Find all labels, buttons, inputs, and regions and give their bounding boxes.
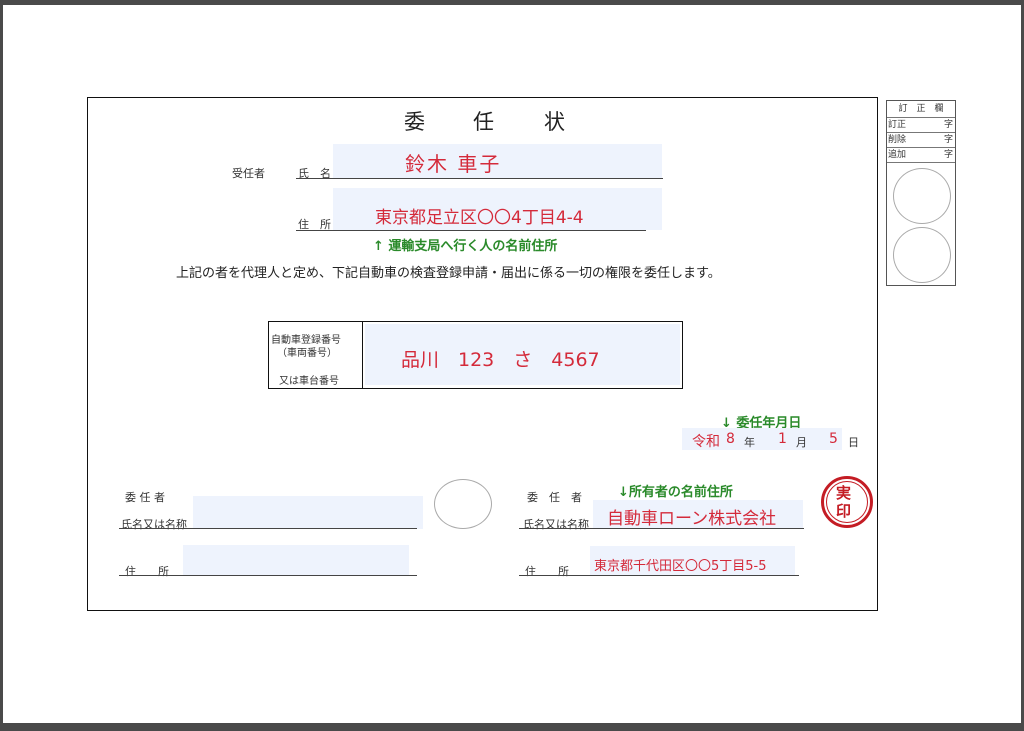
title-char: 委	[404, 110, 425, 134]
agent-hint: ↑ 運輸支局へ行く人の名前住所	[373, 239, 558, 254]
delegation-statement: 上記の者を代理人と定め、下記自動車の検査登録申請・届出に係る一切の権限を委任しま…	[176, 266, 721, 281]
correction-unit: 字	[943, 135, 953, 145]
principal-right-hint: ↓所有者の名前住所	[618, 485, 733, 500]
correction-box: 訂 正 欄 訂正 字 削除 字 追加 字	[886, 100, 956, 286]
agent-name-underline	[296, 178, 663, 179]
date-month: 1	[778, 431, 787, 447]
date-year-unit: 年	[744, 436, 755, 449]
vehicle-number-value: 品川 123 さ 4567	[401, 349, 600, 371]
correction-unit: 字	[943, 150, 953, 160]
correction-row-fix[interactable]: 訂正 字	[887, 118, 955, 133]
seal-char-2: 印	[836, 502, 852, 520]
date-day-unit: 日	[848, 436, 859, 449]
principal-right-name-underline	[519, 528, 804, 529]
date-year: 8	[726, 431, 735, 447]
principal-right-address-underline	[519, 575, 799, 576]
vehicle-label-line3: 又は車台番号	[279, 376, 339, 387]
correction-header: 訂 正 欄	[887, 101, 955, 118]
vehicle-number-box: 自動車登録番号 （車両番号） 又は車台番号 品川 123 さ 4567	[268, 321, 683, 389]
principal-right-label: 委 任 者	[527, 491, 582, 504]
title-char: 状	[544, 110, 565, 134]
correction-row-add[interactable]: 追加 字	[887, 148, 955, 163]
vehicle-divider	[362, 322, 363, 388]
principal-right-address-label: 住 所	[525, 565, 569, 578]
date-era: 令和	[692, 434, 720, 450]
principal-left-name-label: 氏名又は名称	[121, 518, 187, 531]
title-char: 任	[473, 110, 494, 134]
date-day: 5	[829, 431, 838, 447]
correction-row-delete[interactable]: 削除 字	[887, 133, 955, 148]
registered-seal: 実 印	[821, 476, 873, 528]
agent-address-underline	[296, 230, 646, 231]
principal-left-address-field[interactable]	[183, 545, 409, 575]
correction-unit: 字	[943, 120, 953, 130]
principal-right-address-field[interactable]: 東京都千代田区〇〇5丁目5-5	[590, 546, 795, 576]
correction-label: 削除	[888, 135, 907, 145]
principal-left-name-field[interactable]	[193, 496, 423, 529]
agent-name-field[interactable]: 鈴木 車子	[333, 144, 662, 178]
principal-left-label: 委 任 者	[125, 491, 165, 504]
principal-right-name-label: 氏名又は名称	[523, 518, 589, 531]
date-month-unit: 月	[796, 436, 807, 449]
agent-address-field[interactable]: 東京都足立区〇〇4丁目4-4	[333, 188, 662, 230]
principal-right-name-field[interactable]: 自動車ローン株式会社	[593, 500, 803, 529]
vehicle-number-field[interactable]: 品川 123 さ 4567	[365, 324, 680, 385]
principal-left-seal-circle	[434, 479, 492, 529]
seal-char-1: 実	[836, 484, 852, 502]
agent-role-label: 受任者	[232, 167, 265, 180]
principal-left-name-underline	[119, 528, 417, 529]
principal-left-address-label: 住 所	[125, 565, 169, 578]
agent-address-value: 東京都足立区〇〇4丁目4-4	[375, 208, 584, 228]
agent-name-value: 鈴木 車子	[405, 152, 502, 176]
correction-seal-circle	[893, 227, 951, 283]
correction-label: 追加	[888, 150, 907, 160]
principal-right-name-value: 自動車ローン株式会社	[607, 509, 777, 529]
correction-seal-circle	[893, 168, 951, 224]
correction-label: 訂正	[888, 120, 907, 130]
principal-right-address-value: 東京都千代田区〇〇5丁目5-5	[594, 559, 767, 574]
vehicle-label-line2: （車両番号）	[277, 348, 337, 359]
principal-left-address-underline	[119, 575, 417, 576]
